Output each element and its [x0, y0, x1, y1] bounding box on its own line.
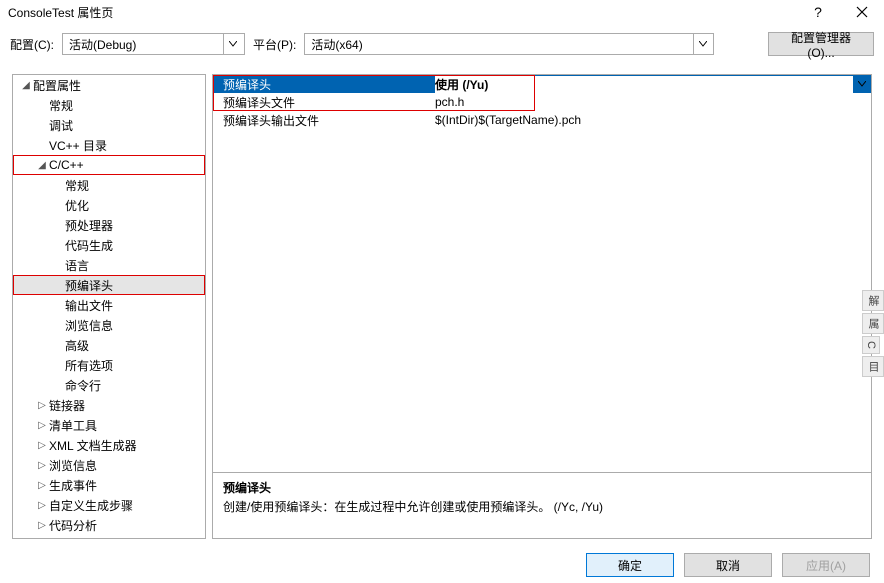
tree-item-label: 配置属性 — [33, 77, 81, 94]
chevron-down-icon[interactable] — [693, 34, 711, 54]
property-row[interactable]: 预编译头输出文件$(IntDir)$(TargetName).pch — [213, 111, 871, 129]
tree-item[interactable]: VC++ 目录 — [13, 135, 205, 155]
property-pane: 预编译头使用 (/Yu)预编译头文件pch.h预编译头输出文件$(IntDir)… — [212, 74, 872, 539]
main-area: ◢配置属性常规调试VC++ 目录◢C/C++常规优化预处理器代码生成语言预编译头… — [12, 74, 872, 539]
chevron-down-icon[interactable] — [853, 81, 871, 87]
expand-icon[interactable]: ▷ — [35, 520, 49, 531]
collapse-icon[interactable]: ◢ — [35, 160, 49, 171]
tree-item-label: C/C++ — [49, 158, 84, 172]
docked-tab[interactable]: 目 — [862, 356, 884, 377]
tree-item[interactable]: 输出文件 — [13, 295, 205, 315]
tree-item-label: 优化 — [65, 197, 89, 214]
config-combo-input[interactable] — [63, 34, 223, 54]
tree-item-label: 语言 — [65, 257, 89, 274]
dialog-footer: 确定 取消 应用(A) — [586, 553, 870, 577]
tree-item[interactable]: ▷浏览信息 — [13, 455, 205, 475]
property-name: 预编译头输出文件 — [213, 112, 435, 129]
help-button[interactable]: ? — [796, 0, 840, 24]
close-button[interactable] — [840, 0, 884, 24]
tree-item[interactable]: 代码生成 — [13, 235, 205, 255]
property-grid[interactable]: 预编译头使用 (/Yu)预编译头文件pch.h预编译头输出文件$(IntDir)… — [213, 75, 871, 472]
collapse-icon[interactable]: ◢ — [19, 80, 33, 91]
platform-label: 平台(P): — [253, 36, 296, 53]
tree-item-label: 浏览信息 — [65, 317, 113, 334]
ok-button[interactable]: 确定 — [586, 553, 674, 577]
tree-item[interactable]: 高级 — [13, 335, 205, 355]
close-icon — [856, 6, 868, 18]
docked-tool-tabs: 解 属 C 目 — [862, 290, 884, 379]
tree-item-label: 代码生成 — [65, 237, 113, 254]
tree-pane[interactable]: ◢配置属性常规调试VC++ 目录◢C/C++常规优化预处理器代码生成语言预编译头… — [12, 74, 206, 539]
property-name: 预编译头文件 — [213, 94, 435, 111]
tree-item-label: 自定义生成步骤 — [49, 497, 133, 514]
tree-item[interactable]: 优化 — [13, 195, 205, 215]
tree-item[interactable]: 浏览信息 — [13, 315, 205, 335]
tree-item-label: 常规 — [65, 177, 89, 194]
tree-item-label: 命令行 — [65, 377, 101, 394]
apply-button[interactable]: 应用(A) — [782, 553, 870, 577]
config-manager-button[interactable]: 配置管理器(O)... — [768, 32, 874, 56]
docked-tab[interactable]: 属 — [862, 313, 884, 334]
property-value[interactable]: $(IntDir)$(TargetName).pch — [435, 113, 871, 127]
tree-item-label: 预编译头 — [65, 277, 113, 294]
title-bar: ConsoleTest 属性页 ? — [0, 0, 884, 24]
cancel-button[interactable]: 取消 — [684, 553, 772, 577]
config-combo[interactable] — [62, 33, 245, 55]
docked-tab[interactable]: C — [862, 336, 880, 354]
tree-item[interactable]: 调试 — [13, 115, 205, 135]
tree-item[interactable]: 所有选项 — [13, 355, 205, 375]
tree-item[interactable]: ▷自定义生成步骤 — [13, 495, 205, 515]
tree-item-label: VC++ 目录 — [49, 137, 107, 154]
tree-item-label: XML 文档生成器 — [49, 437, 137, 454]
tree-item-label: 输出文件 — [65, 297, 113, 314]
expand-icon[interactable]: ▷ — [35, 400, 49, 411]
tree-item-label: 预处理器 — [65, 217, 113, 234]
window-title: ConsoleTest 属性页 — [8, 4, 796, 21]
tree-item-label: 高级 — [65, 337, 89, 354]
tree-item-label: 代码分析 — [49, 517, 97, 534]
tree-item[interactable]: 常规 — [13, 95, 205, 115]
tree-item-label: 清单工具 — [49, 417, 97, 434]
tree-item-label: 调试 — [49, 117, 73, 134]
expand-icon[interactable]: ▷ — [35, 500, 49, 511]
description-title: 预编译头 — [223, 479, 861, 496]
property-value[interactable]: 使用 (/Yu) — [435, 76, 853, 93]
docked-tab[interactable]: 解 — [862, 290, 884, 311]
platform-combo-input[interactable] — [305, 34, 693, 54]
nav-tree: ◢配置属性常规调试VC++ 目录◢C/C++常规优化预处理器代码生成语言预编译头… — [13, 75, 205, 535]
property-row[interactable]: 预编译头使用 (/Yu) — [213, 75, 871, 93]
tree-item[interactable]: ◢C/C++ — [13, 155, 205, 175]
tree-item[interactable]: 预处理器 — [13, 215, 205, 235]
chevron-down-icon[interactable] — [223, 34, 241, 54]
tree-item[interactable]: ▷代码分析 — [13, 515, 205, 535]
toolbar: 配置(C): 平台(P): 配置管理器(O)... — [0, 24, 884, 64]
expand-icon[interactable]: ▷ — [35, 480, 49, 491]
tree-item[interactable]: ▷链接器 — [13, 395, 205, 415]
expand-icon[interactable]: ▷ — [35, 440, 49, 451]
tree-item-label: 所有选项 — [65, 357, 113, 374]
property-row[interactable]: 预编译头文件pch.h — [213, 93, 871, 111]
tree-item[interactable]: 命令行 — [13, 375, 205, 395]
property-name: 预编译头 — [213, 76, 435, 93]
tree-item[interactable]: ▷XML 文档生成器 — [13, 435, 205, 455]
tree-item-label: 常规 — [49, 97, 73, 114]
config-label: 配置(C): — [10, 36, 54, 53]
tree-item[interactable]: 预编译头 — [13, 275, 205, 295]
expand-icon[interactable]: ▷ — [35, 460, 49, 471]
tree-item[interactable]: ◢配置属性 — [13, 75, 205, 95]
property-value[interactable]: pch.h — [435, 95, 871, 109]
tree-item[interactable]: ▷生成事件 — [13, 475, 205, 495]
tree-item-label: 生成事件 — [49, 477, 97, 494]
tree-item[interactable]: 常规 — [13, 175, 205, 195]
tree-item-label: 链接器 — [49, 397, 85, 414]
tree-item[interactable]: 语言 — [13, 255, 205, 275]
platform-combo[interactable] — [304, 33, 714, 55]
description-box: 预编译头 创建/使用预编译头：在生成过程中允许创建或使用预编译头。 (/Yc, … — [213, 472, 871, 538]
tree-item[interactable]: ▷清单工具 — [13, 415, 205, 435]
description-body: 创建/使用预编译头：在生成过程中允许创建或使用预编译头。 (/Yc, /Yu) — [223, 498, 861, 515]
expand-icon[interactable]: ▷ — [35, 420, 49, 431]
tree-item-label: 浏览信息 — [49, 457, 97, 474]
